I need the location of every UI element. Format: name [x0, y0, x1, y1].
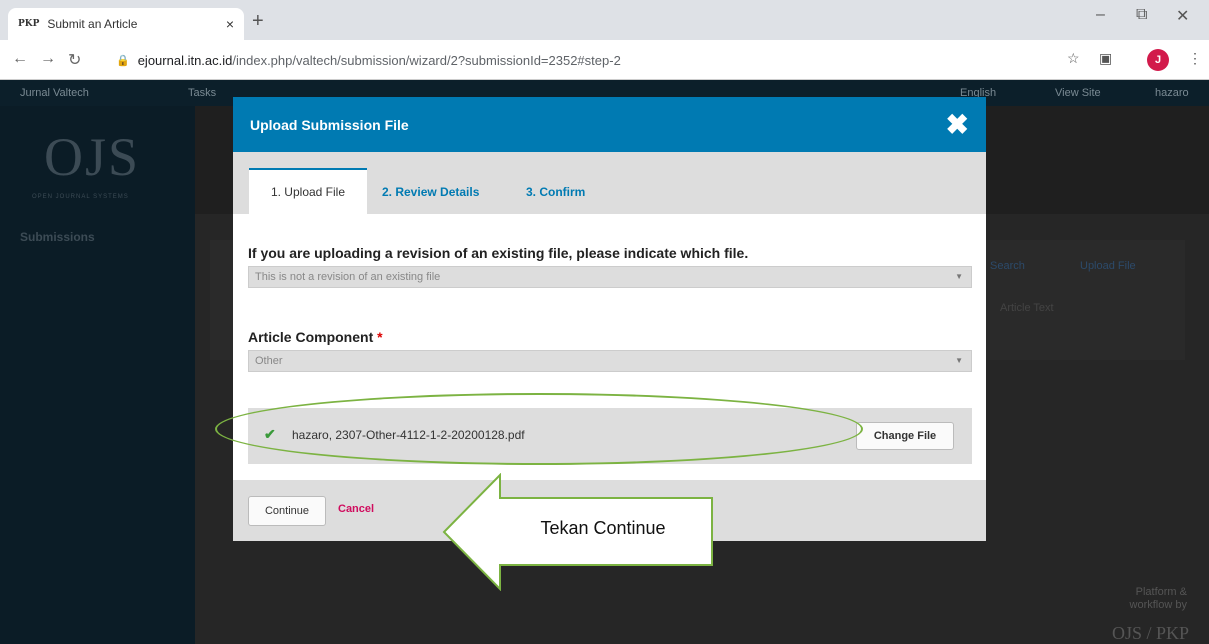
reload-icon[interactable]: ↻ — [68, 50, 81, 70]
view-site-link[interactable]: View Site — [1055, 87, 1101, 99]
component-label-text: Article Component — [248, 329, 374, 345]
modal-tabs: 1. Upload File 2. Review Details 3. Conf… — [233, 152, 986, 214]
component-label: Article Component * — [248, 329, 383, 345]
revision-label: If you are uploading a revision of an ex… — [248, 245, 749, 261]
site-name[interactable]: Jurnal Valtech — [20, 87, 89, 99]
modal-close-icon[interactable]: ✖ — [946, 110, 969, 139]
tasks-link[interactable]: Tasks — [188, 87, 216, 99]
browser-tab-bar: PKP Submit an Article × + – ⧉ ✕ — [0, 0, 1209, 40]
footer-line-2: workflow by — [1129, 599, 1187, 611]
bookmark-star-icon[interactable]: ☆ — [1067, 50, 1080, 67]
minimize-icon[interactable]: – — [1096, 6, 1105, 24]
sidebar-item-submissions[interactable]: Submissions — [20, 230, 95, 244]
browser-toolbar: ← → ↻ 🔒 ejournal.itn.ac.id /index.php/va… — [0, 40, 1209, 80]
revision-select-value: This is not a revision of an existing fi… — [255, 271, 441, 283]
component-select[interactable]: Other ▼ — [248, 350, 972, 372]
chevron-down-icon: ▼ — [955, 272, 963, 281]
modal-header: Upload Submission File ✖ — [233, 97, 986, 152]
address-bar[interactable]: 🔒 ejournal.itn.ac.id /index.php/valtech/… — [110, 48, 1140, 72]
highlight-ellipse — [215, 393, 863, 465]
tab-close-icon[interactable]: × — [226, 16, 234, 32]
upload-file-link[interactable]: Upload File — [1080, 260, 1136, 272]
ojs-logo: OJS — [44, 127, 141, 187]
article-text-label: Article Text — [1000, 302, 1054, 314]
footer-line-1: Platform & — [1135, 586, 1187, 598]
ojs-logo-sub: OPEN JOURNAL SYSTEMS — [32, 194, 129, 200]
tab-review-details[interactable]: 2. Review Details — [382, 170, 479, 214]
extension-icon[interactable]: ▣ — [1099, 50, 1112, 67]
required-marker: * — [377, 329, 383, 345]
url-host: ejournal.itn.ac.id — [137, 52, 233, 68]
forward-icon[interactable]: → — [40, 50, 56, 68]
continue-button[interactable]: Continue — [248, 496, 326, 526]
chevron-down-icon: ▼ — [955, 356, 963, 365]
back-icon[interactable]: ← — [12, 50, 28, 68]
new-tab-icon[interactable]: + — [252, 10, 264, 33]
profile-avatar[interactable]: J — [1147, 49, 1169, 71]
window-close-icon[interactable]: ✕ — [1176, 6, 1189, 26]
cancel-link[interactable]: Cancel — [338, 503, 374, 515]
ojs-sidebar: OJS OPEN JOURNAL SYSTEMS Submissions — [0, 106, 195, 644]
menu-dots-icon[interactable]: ⋮ — [1188, 50, 1202, 67]
tab-title: Submit an Article — [47, 17, 138, 31]
pkp-favicon-icon: PKP — [18, 19, 40, 29]
browser-tab[interactable]: PKP Submit an Article × — [8, 8, 244, 40]
search-link[interactable]: Search — [990, 260, 1025, 272]
tab-confirm[interactable]: 3. Confirm — [526, 170, 585, 214]
maximize-icon[interactable]: ⧉ — [1136, 6, 1147, 24]
change-file-button[interactable]: Change File — [856, 422, 954, 450]
modal-title: Upload Submission File — [250, 116, 409, 133]
footer-credit: Platform & workflow by — [1130, 586, 1187, 612]
url-path: /index.php/valtech/submission/wizard/2?s… — [232, 52, 621, 68]
lock-icon: 🔒 — [116, 54, 130, 67]
revision-select[interactable]: This is not a revision of an existing fi… — [248, 266, 972, 288]
tab-upload-file[interactable]: 1. Upload File — [249, 168, 367, 214]
user-link[interactable]: hazaro — [1155, 87, 1189, 99]
callout-text: Tekan Continue — [540, 518, 666, 538]
footer-logo: OJS / PKP — [1111, 623, 1189, 643]
component-select-value: Other — [255, 355, 283, 367]
